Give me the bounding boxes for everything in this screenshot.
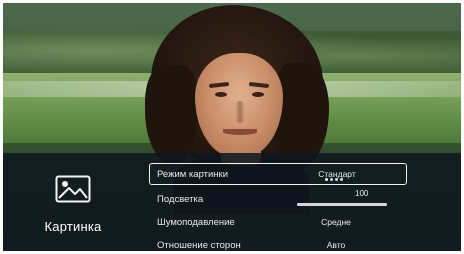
option-page-indicator <box>325 178 343 181</box>
menu-item-label: Отношение сторон <box>157 240 241 251</box>
page-dot <box>340 178 343 181</box>
menu-item-backlight[interactable]: Подсветка 100 <box>149 188 407 211</box>
menu-item-noise-reduction[interactable]: Шумоподавление Средне <box>149 211 407 234</box>
person-eye-right <box>252 92 264 97</box>
tv-screen: Картинка Режим картинки Стандарт Подсвет… <box>3 3 461 251</box>
person-eye-left <box>215 92 227 97</box>
settings-overlay: Картинка Режим картинки Стандарт Подсвет… <box>3 153 461 251</box>
page-dot <box>325 178 328 181</box>
menu-item-label: Подсветка <box>157 194 204 205</box>
menu-item-value: Авто <box>326 240 346 250</box>
page-dot <box>335 178 338 181</box>
category-panel: Картинка <box>3 153 143 251</box>
picture-settings-menu: Режим картинки Стандарт Подсветка 100 Шу… <box>149 163 407 251</box>
person-mouth <box>223 129 257 135</box>
menu-item-label: Шумоподавление <box>157 217 235 228</box>
category-title: Картинка <box>44 219 102 234</box>
menu-item-aspect-ratio[interactable]: Отношение сторон Авто <box>149 234 407 251</box>
menu-item-picture-mode[interactable]: Режим картинки Стандарт <box>149 163 407 185</box>
backlight-value: 100 <box>355 189 369 198</box>
menu-item-value: Средне <box>321 217 351 227</box>
picture-icon <box>55 175 91 203</box>
backlight-slider[interactable] <box>297 203 387 206</box>
backlight-slider-fill <box>297 203 387 206</box>
person-nose <box>235 101 245 123</box>
menu-item-label: Режим картинки <box>157 169 229 180</box>
person-hair-left <box>145 65 197 165</box>
page-dot <box>330 178 333 181</box>
